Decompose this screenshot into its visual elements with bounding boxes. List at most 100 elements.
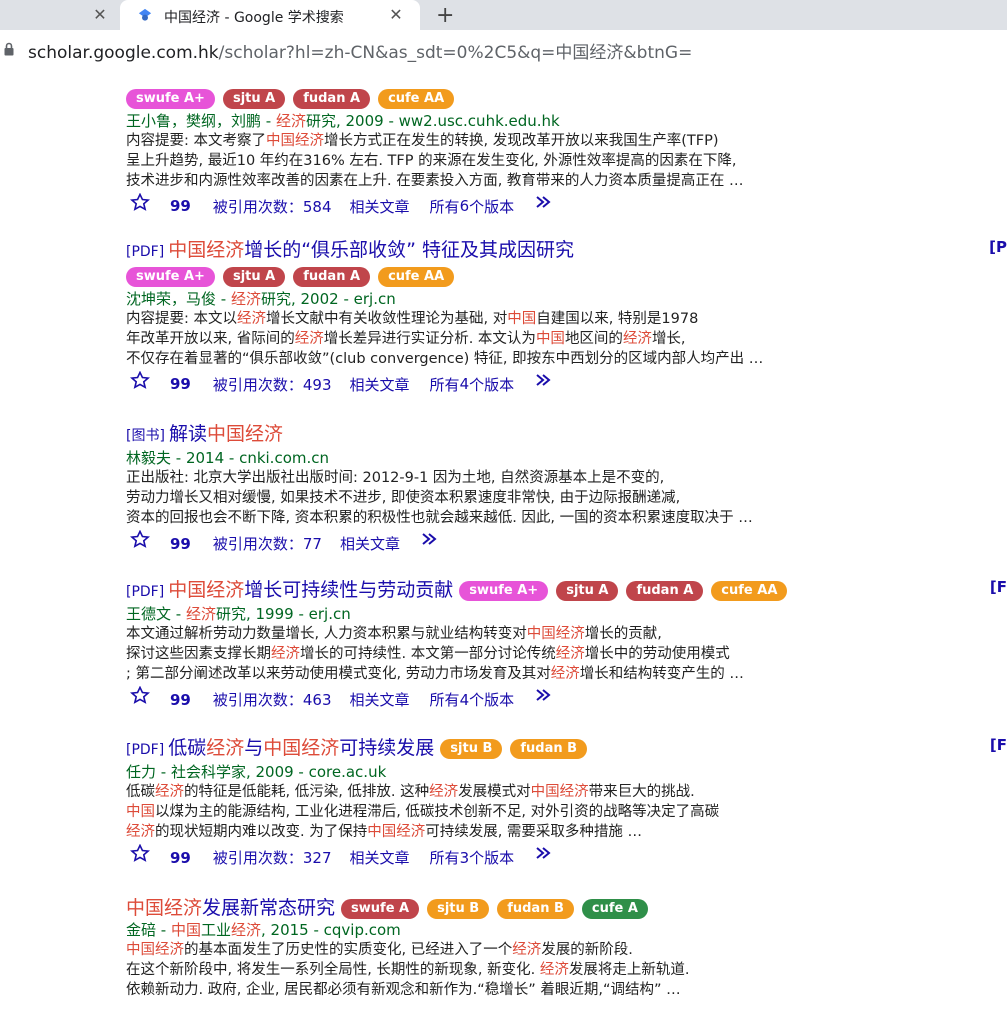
cited-by-prefix: 被引用次数 [212,849,288,867]
results-list: swufe A+ sjtu A fudan A cufe AA 王小鲁，樊纲，刘鹏 - … [0,82,1007,1015]
double-chevron-icon[interactable] [534,844,554,862]
journal-rank-badge[interactable]: swufe A [341,898,420,919]
cite-quote-icon[interactable]: 99 [170,197,191,215]
journal-rank-badge[interactable]: sjtu A [222,88,286,109]
journal-rank-badge[interactable]: cufe AA [378,88,455,109]
active-tab[interactable]: 中国经济 - Google 学术搜索 ✕ [120,0,420,30]
journal-rank-badge[interactable]: sjtu B [427,898,490,919]
title-segment: 与 [244,737,264,759]
cited-by-link[interactable]: 被引用次数：77 [213,533,322,554]
all-versions-link[interactable]: 所有 4 个版本 [430,689,515,710]
result-authors: 林毅夫 - 2014 - cnki.com.cn [126,449,330,467]
all-versions-link[interactable]: 所有 6 个版本 [430,196,515,217]
abstract-line: 不仅存在着显著的“俱乐部收敛”(club convergence) 特征, 即按… [126,350,764,367]
result-title-link[interactable]: 低碳经济与中国经济可持续发展 [168,737,434,759]
related-articles-link[interactable]: 相关文章 [340,533,400,554]
journal-rank-badge[interactable]: fudan A [293,88,371,109]
result-item: [PDF] 中国经济增长的“俱乐部收敛” 特征及其成因研究 swufe A+ sjtu… [126,238,886,394]
journal-rank-badge[interactable]: fudan A [293,266,371,287]
journal-rank-badge[interactable]: swufe A+ [126,88,215,109]
all-versions-link[interactable]: 所有 3 个版本 [430,847,515,868]
journal-rank-badge[interactable]: fudan A [626,580,704,601]
related-articles-link[interactable]: 相关文章 [350,689,410,710]
cite-quote-icon[interactable]: 99 [170,375,191,393]
journal-rank-badge[interactable]: sjtu A [222,266,286,287]
versions-count: 6 [459,197,470,215]
abstract-line: 内容提要: 本文以经济增长文献中有关收敛性理论为基础, 对中国自建国以来, 特别… [126,310,699,327]
title-segment: 中国经济 [263,737,340,759]
cite-quote-icon[interactable]: 99 [170,691,191,709]
journal-rank-badge[interactable]: fudan B [497,898,574,919]
abstract-line: 年改革开放以来, 省际间的经济增长差异进行实证分析. 本文认为中国地区间的经济增… [126,330,686,347]
related-articles-link[interactable]: 相关文章 [350,196,410,217]
badge-list: swufe A+ sjtu A fudan A cufe AA [126,88,455,109]
double-chevron-icon[interactable] [420,530,440,548]
journal-rank-badge[interactable]: cufe AA [378,266,455,287]
title-segment: 解读 [168,423,207,445]
result-actions: 99 被引用次数：493 相关文章 所有 4 个版本 [126,370,886,394]
result-authors: 王德文 - 经济研究, 1999 - erj.cn [126,605,351,623]
abstract-line: ; 第二部分阐述改革以来劳动使用模式变化, 劳动力市场发育及其对经济增长和结构转… [126,666,744,682]
side-pdf-link[interactable]: [F [990,736,1007,754]
result-actions: 99 被引用次数：463 相关文章 所有 4 个版本 [126,685,886,709]
abstract-line: 呈上升趋势, 最近10 年约在316% 左右. TFP 的来源在发生变化, 外源… [126,152,737,169]
cite-quote-icon[interactable]: 99 [170,535,191,553]
journal-rank-badge[interactable]: sjtu A [556,580,619,601]
result-item: [PDF] 低碳经济与中国经济可持续发展 sjtu Bfudan B 任力 - 社会科… [126,736,886,867]
star-icon[interactable] [130,192,150,211]
result-item: swufe A+ sjtu A fudan A cufe AA 王小鲁，樊纲，刘鹏 - … [126,86,886,216]
related-articles-link[interactable]: 相关文章 [350,847,410,868]
result-title-link[interactable]: 中国经济发展新常态研究 [126,897,335,919]
url-host: scholar.google.com.hk [28,43,219,63]
cited-by-count: ：493 [287,375,332,394]
cited-by-link[interactable]: 被引用次数：584 [213,196,332,217]
result-title-link[interactable]: 解读中国经济 [169,423,283,445]
side-pdf-link[interactable]: [P [989,238,1007,256]
address-bar[interactable]: scholar.google.com.hk/scholar?hl=zh-CN&a… [0,30,1007,68]
side-pdf-link[interactable]: [F [990,578,1007,596]
result-type: [PDF] [126,742,165,758]
abstract-line: 中国以煤为主的能源结构, 工业化进程滞后, 低碳技术创新不足, 对外引资的战略等… [126,804,720,820]
result-title-link[interactable]: 中国经济增长可持续性与劳动贡献 [168,579,453,601]
result-title: [PDF] 中国经济增长可持续性与劳动贡献 swufe A+ sjtu Afudan … [126,578,886,604]
abstract-line: 经济的现状短期内难以改变. 为了保持中国经济可持续发展, 需要采取多种措施 … [126,824,643,840]
cite-quote-icon[interactable]: 99 [170,849,191,867]
abstract-line: 中国经济的基本面发生了历史性的实质变化, 已经进入了一个经济发展的新阶段. [126,942,633,958]
versions-prefix: 所有 [429,197,460,216]
badge-list: swufe A+ sjtu A fudan A cufe AA [459,580,788,601]
result-item: 中国经济发展新常态研究 swufe Asjtu Bfudan Bcufe A 金碚 … [126,896,886,1000]
all-versions-link[interactable]: 所有 4 个版本 [430,374,515,395]
double-chevron-icon[interactable] [534,193,554,211]
journal-rank-badge[interactable]: cufe AA [711,580,788,601]
double-chevron-icon[interactable] [534,371,554,389]
result-actions: 99 被引用次数：327 相关文章 所有 3 个版本 [126,843,886,867]
abstract-line: 资本的回报也会不断下降, 资本积累的积极性也就会越来越低. 因此, 一国的资本积… [126,510,753,526]
url-text[interactable]: scholar.google.com.hk/scholar?hl=zh-CN&a… [28,38,692,63]
result-title-link[interactable]: 中国经济增长的“俱乐部收敛” 特征及其成因研究 [168,239,574,261]
title-segment: 经济 [206,737,245,759]
star-icon[interactable] [130,370,150,389]
google-scholar-icon [138,8,152,21]
cited-by-link[interactable]: 被引用次数：493 [213,374,332,395]
double-chevron-icon[interactable] [534,686,554,704]
star-icon[interactable] [130,843,150,862]
star-icon[interactable] [130,685,150,704]
lock-icon [4,42,14,56]
journal-rank-badge[interactable]: cufe A [581,898,648,919]
abstract-line: 本文通过解析劳动力数量增长, 人力资本积累与就业结构转变对中国经济增长的贡献, [126,626,662,642]
cited-by-link[interactable]: 被引用次数：463 [213,689,332,710]
close-icon[interactable]: ✕ [90,5,110,25]
journal-rank-badge[interactable]: swufe A+ [126,266,215,287]
title-segment: 增长的“俱乐部收敛” 特征及其成因研究 [244,239,574,261]
related-articles-link[interactable]: 相关文章 [350,374,410,395]
journal-rank-badge[interactable]: sjtu B [440,738,503,759]
star-icon[interactable] [130,529,150,548]
close-icon[interactable]: ✕ [386,5,406,25]
result-item: [图书] 解读中国经济 林毅夫 - 2014 - cnki.com.cn 正出版社: … [126,422,886,553]
tab-title: 中国经济 - Google 学术搜索 [164,10,344,26]
journal-rank-badge[interactable]: swufe A+ [459,580,549,601]
title-segment: 中国经济 [126,897,203,919]
new-tab-button[interactable]: + [436,3,454,28]
cited-by-link[interactable]: 被引用次数：327 [213,847,332,868]
journal-rank-badge[interactable]: fudan B [510,738,588,759]
